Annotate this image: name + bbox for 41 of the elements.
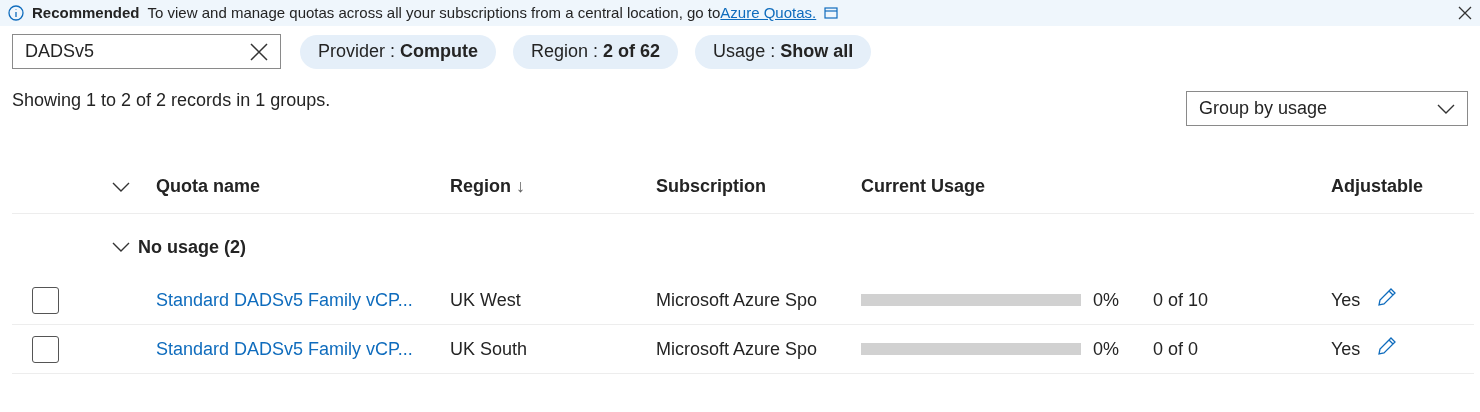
column-header[interactable]: Region ↓: [450, 173, 656, 200]
close-icon[interactable]: [1458, 6, 1472, 20]
quota-name-link[interactable]: Standard DADSv5 Family vCP...: [156, 286, 450, 314]
azure-quotas-link[interactable]: Azure Quotas.: [720, 3, 817, 21]
edit-pencil-icon[interactable]: [1377, 336, 1397, 356]
group-header[interactable]: No usage (2): [138, 233, 247, 261]
search-field[interactable]: DADSv5: [12, 34, 281, 69]
group-by-dropdown[interactable]: Group by usage: [1186, 91, 1468, 126]
external-link-icon: [824, 7, 839, 19]
edit-pencil-icon[interactable]: [1377, 287, 1397, 307]
row-checkbox[interactable]: [32, 335, 59, 363]
records-summary: Showing 1 to 2 of 2 records in 1 groups.: [12, 89, 331, 112]
clear-icon[interactable]: [250, 42, 268, 61]
filter-pill[interactable]: Region : 2 of 62: [513, 34, 679, 69]
row-checkbox[interactable]: [32, 286, 59, 314]
usage-count: 0 of 10: [1153, 288, 1210, 312]
search-input: DADSv5: [25, 38, 250, 65]
usage-count: 0 of 0: [1153, 337, 1200, 361]
region-cell-text: UK West: [450, 288, 522, 312]
group-chevron-icon[interactable]: [112, 242, 130, 252]
column-header[interactable]: Subscription: [656, 173, 861, 200]
banner-text: To view and manage quotas across all your subscriptions from a central location, go toAzure Quotas.: [147, 2, 817, 23]
usage-percent: 0%: [1092, 337, 1120, 361]
banner-title: Recommended: [32, 2, 140, 23]
usage-percent: 0%: [1092, 288, 1120, 312]
info-icon: [8, 5, 24, 21]
quota-row[interactable]: Standard DADSv5 Family vCP... UK West Microsoft Azure Spo 0% 0 of 10 Yes: [12, 276, 1474, 325]
column-header[interactable]: Quota name: [156, 173, 450, 200]
quota-row[interactable]: Standard DADSv5 Family vCP... UK South Microsoft Azure Spo 0% 0 of 0 Yes: [12, 325, 1474, 374]
chevron-down-icon: [1437, 103, 1455, 114]
chevron-down-icon[interactable]: [112, 181, 130, 192]
subscription-cell-text: Microsoft Azure Spo: [656, 288, 819, 312]
filter-pill[interactable]: Usage : Show all: [695, 34, 872, 69]
subscription-cell-text: Microsoft Azure Spo: [656, 337, 819, 361]
column-header[interactable]: Adjustable: [1331, 173, 1423, 200]
quota-name-link[interactable]: Standard DADSv5 Family vCP...: [156, 335, 450, 363]
filter-pill[interactable]: Provider : Compute: [300, 34, 497, 69]
adjustable-cell-text: Yes: [1331, 288, 1362, 312]
column-header[interactable]: Current Usage: [861, 173, 1331, 200]
region-cell-text: UK South: [450, 337, 529, 361]
adjustable-cell-text: Yes: [1331, 337, 1362, 361]
